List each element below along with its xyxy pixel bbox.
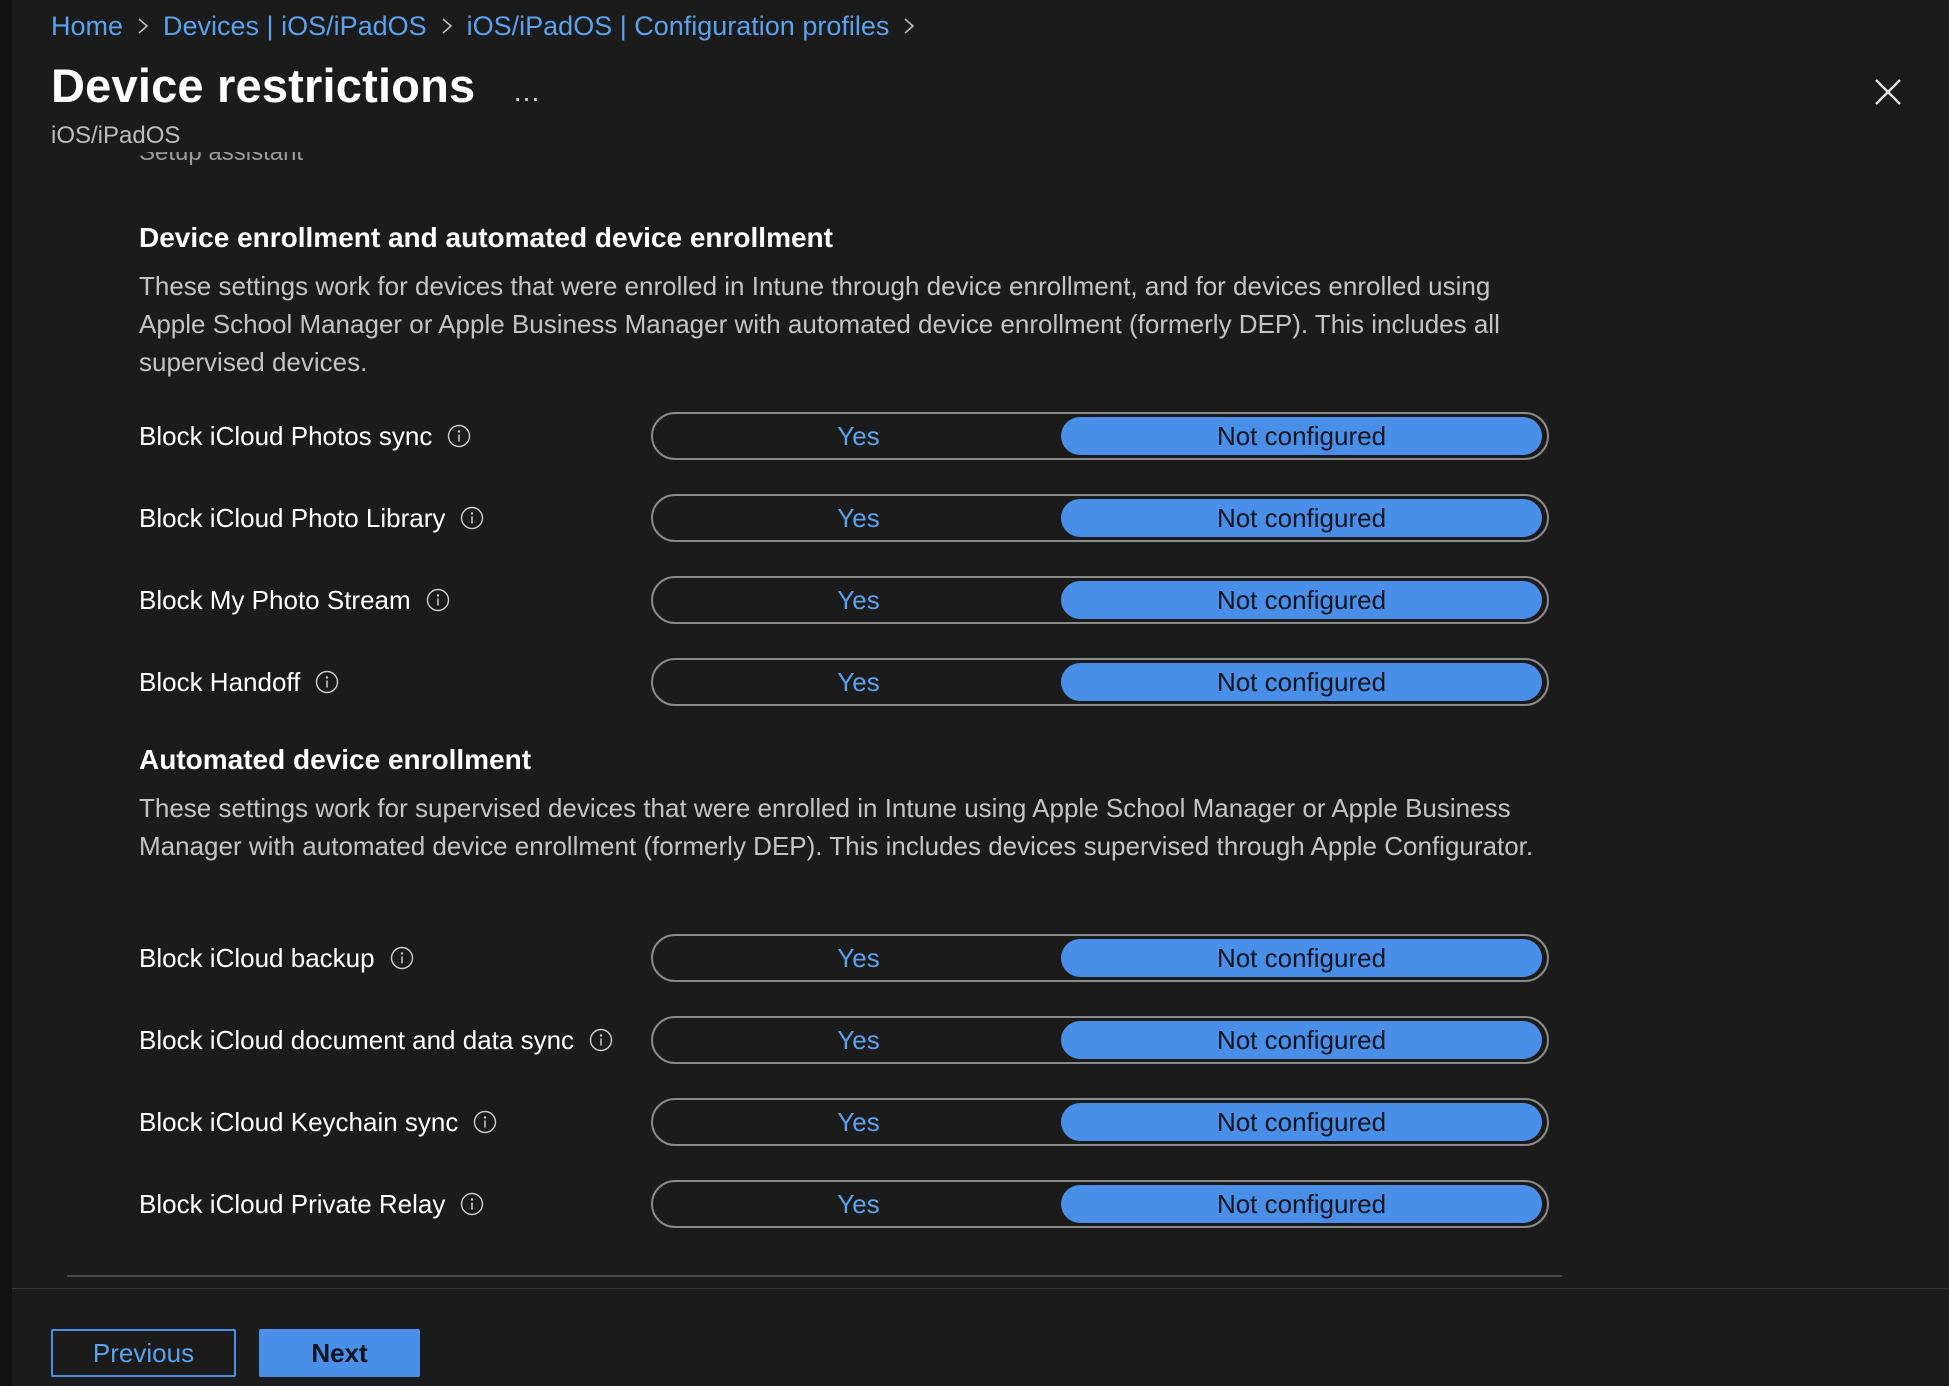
setting-row: Block iCloud document and data sync Yes … [139,1016,1549,1064]
info-icon[interactable] [459,1191,485,1217]
clipped-section-title: Setup assistant [139,152,304,166]
info-icon[interactable] [314,669,340,695]
setting-label: Block iCloud Photo Library [139,494,485,542]
close-icon[interactable] [1864,68,1912,116]
option-yes[interactable]: Yes [656,499,1061,537]
yes-not-configured-toggle: Yes Not configured [651,1098,1549,1146]
breadcrumb-devices-ios[interactable]: Devices | iOS/iPadOS [163,11,427,42]
option-not-configured[interactable]: Not configured [1061,1021,1542,1059]
option-not-configured[interactable]: Not configured [1061,1103,1542,1141]
info-icon[interactable] [459,505,485,531]
setting-label: Block iCloud Photos sync [139,412,472,460]
yes-not-configured-toggle: Yes Not configured [651,934,1549,982]
setting-label: Block iCloud backup [139,934,415,982]
next-button[interactable]: Next [259,1329,420,1377]
setting-row: Block Handoff Yes Not configured [139,658,1549,706]
settings-scroll-area[interactable]: Setup assistant Device enrollment and au… [12,150,1949,1278]
chevron-right-icon [427,11,467,41]
setting-label: Block My Photo Stream [139,576,451,624]
option-not-configured[interactable]: Not configured [1061,663,1542,701]
info-icon[interactable] [389,945,415,971]
section-title: Automated device enrollment [139,744,532,775]
setting-label: Block iCloud document and data sync [139,1016,614,1064]
info-icon[interactable] [588,1027,614,1053]
option-yes[interactable]: Yes [656,417,1061,455]
option-not-configured[interactable]: Not configured [1061,939,1542,977]
setting-row: Block My Photo Stream Yes Not configured [139,576,1549,624]
section-description: These settings work for devices that wer… [139,271,1500,377]
yes-not-configured-toggle: Yes Not configured [651,658,1549,706]
yes-not-configured-toggle: Yes Not configured [651,576,1549,624]
info-icon[interactable] [472,1109,498,1135]
option-yes[interactable]: Yes [656,581,1061,619]
more-options-icon[interactable]: … [505,72,549,112]
breadcrumb-configuration-profiles[interactable]: iOS/iPadOS | Configuration profiles [467,11,890,42]
option-yes[interactable]: Yes [656,1185,1061,1223]
previous-button[interactable]: Previous [51,1329,236,1377]
breadcrumb: Home Devices | iOS/iPadOS iOS/iPadOS | C… [51,8,929,44]
section-description: These settings work for supervised devic… [139,793,1534,861]
setting-label: Block Handoff [139,658,340,706]
setting-row: Block iCloud Private Relay Yes Not confi… [139,1180,1549,1228]
setting-label: Block iCloud Keychain sync [139,1098,498,1146]
yes-not-configured-toggle: Yes Not configured [651,1180,1549,1228]
section-title: Device enrollment and automated device e… [139,222,833,253]
device-restrictions-panel: Home Devices | iOS/iPadOS iOS/iPadOS | C… [12,0,1949,1386]
info-icon[interactable] [446,423,472,449]
option-not-configured[interactable]: Not configured [1061,1185,1542,1223]
page-subtitle: iOS/iPadOS [51,122,181,149]
option-yes[interactable]: Yes [656,663,1061,701]
option-not-configured[interactable]: Not configured [1061,499,1542,537]
option-yes[interactable]: Yes [656,1021,1061,1059]
setting-row: Block iCloud Photos sync Yes Not configu… [139,412,1549,460]
breadcrumb-home[interactable]: Home [51,11,123,42]
yes-not-configured-toggle: Yes Not configured [651,494,1549,542]
option-not-configured[interactable]: Not configured [1061,417,1542,455]
info-icon[interactable] [425,587,451,613]
option-yes[interactable]: Yes [656,939,1061,977]
option-not-configured[interactable]: Not configured [1061,581,1542,619]
chevron-right-icon [889,11,929,41]
yes-not-configured-toggle: Yes Not configured [651,412,1549,460]
chevron-right-icon [123,11,163,41]
yes-not-configured-toggle: Yes Not configured [651,1016,1549,1064]
setting-row: Block iCloud backup Yes Not configured [139,934,1549,982]
section-divider [67,1275,1562,1277]
setting-row: Block iCloud Keychain sync Yes Not confi… [139,1098,1549,1146]
setting-row: Block iCloud Photo Library Yes Not confi… [139,494,1549,542]
option-yes[interactable]: Yes [656,1103,1061,1141]
footer-bar: Previous Next [12,1288,1949,1386]
page-title: Device restrictions [51,59,476,112]
setting-label: Block iCloud Private Relay [139,1180,485,1228]
app-left-edge [0,0,12,1386]
